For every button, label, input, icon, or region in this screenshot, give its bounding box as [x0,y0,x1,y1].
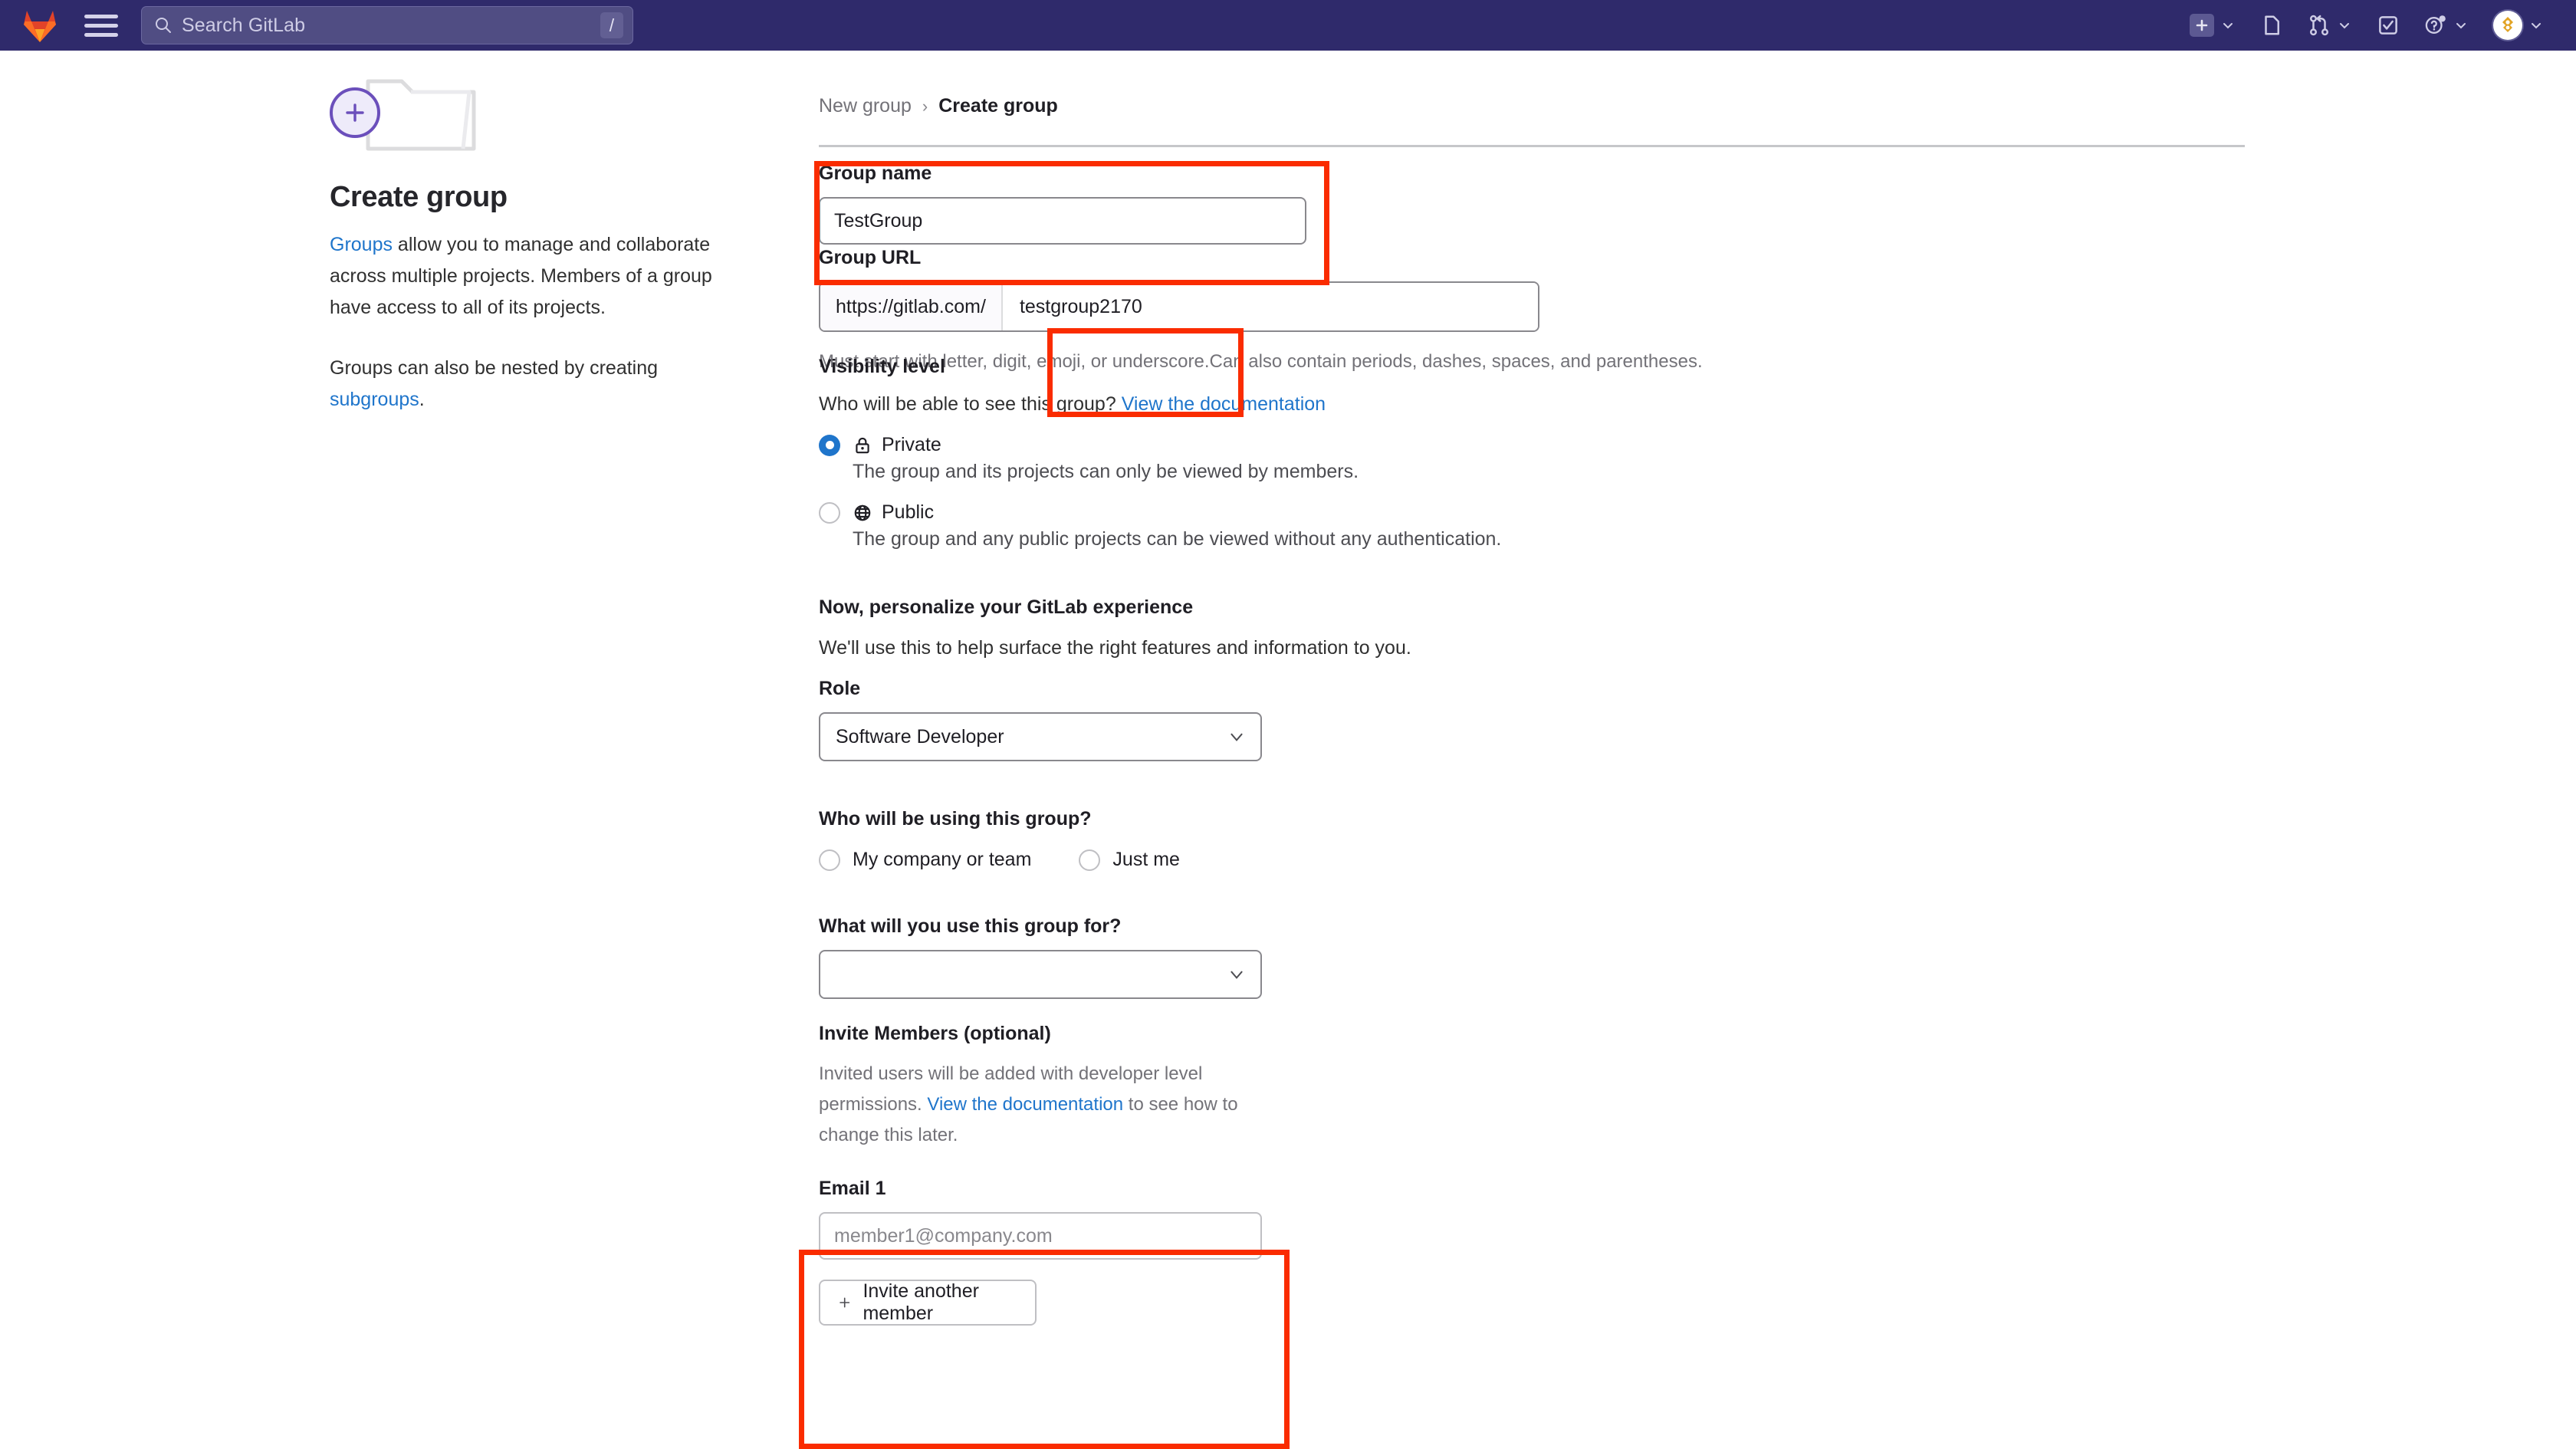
merge-requests-button[interactable] [2295,0,2364,51]
breadcrumb: New group › Create group [819,95,2352,117]
invite-another-member-button[interactable]: Invite another member [819,1280,1037,1326]
group-url-value: testgroup2170 [1019,295,1142,317]
use-for-label: What will you use this group for? [819,915,1122,937]
breadcrumb-parent[interactable]: New group [819,95,912,117]
chevron-down-icon [2340,23,2349,29]
create-group-form: New group › Create group Group name Test… [819,95,2352,1326]
info-paragraph-2-pre: Groups can also be nested by creating [330,357,659,379]
main-menu-toggle-icon[interactable] [84,10,118,41]
email-1-placeholder: member1@company.com [834,1224,1053,1247]
use-for-field-group: What will you use this group for? [819,915,1262,999]
visibility-option-public[interactable]: Public [819,501,1501,524]
info-paragraph-2: Groups can also be nested by creating su… [330,353,728,416]
chevron-down-icon [2532,23,2541,29]
merge-request-icon [2310,15,2328,36]
gitlab-logo-icon[interactable] [21,8,58,43]
issues-button[interactable] [2248,0,2295,51]
chevron-down-icon [1230,733,1243,741]
group-name-value: TestGroup [834,209,923,232]
personalize-title: Now, personalize your GitLab experience [819,596,1194,618]
search-shortcut-badge: / [600,12,623,38]
radio-public[interactable] [819,501,840,524]
info-paragraph-2-post: . [419,389,425,410]
visibility-question: Who will be able to see this group? View… [819,393,1501,416]
personalize-section: Now, personalize your GitLab experience … [819,596,1411,659]
todo-check-icon [2379,16,2397,34]
role-label: Role [819,678,861,699]
group-name-input[interactable]: TestGroup [819,197,1306,245]
invite-another-member-label: Invite another member [863,1280,979,1324]
use-for-select[interactable] [819,950,1262,999]
email-1-input[interactable]: member1@company.com [819,1212,1262,1260]
issues-icon [2265,15,2279,35]
user-menu-button[interactable] [2481,0,2556,51]
chevron-down-icon [2456,23,2466,29]
visibility-public-label-wrap: Public [853,501,934,524]
personalize-subtitle: We'll use this to help surface the right… [819,637,1411,659]
visibility-question-text: Who will be able to see this group? [819,393,1116,415]
invite-members-label: Invite Members (optional) [819,1023,1051,1044]
who-using-company-label: My company or team [853,849,1032,870]
chevron-down-icon [2223,23,2233,29]
plus-icon [840,1297,850,1308]
question-circle-icon [2425,15,2446,34]
breadcrumb-current: Create group [938,95,1058,117]
visibility-public-label: Public [882,501,935,523]
plus-icon [330,87,380,138]
create-new-button[interactable] [2177,0,2248,51]
radio-my-company-or-team[interactable] [819,849,840,871]
invite-members-description: Invited users will be added with develop… [819,1059,1256,1151]
info-paragraph-1: Groups allow you to manage and collabora… [330,229,713,324]
search-input[interactable]: Search GitLab / [141,6,633,44]
role-select[interactable]: Software Developer [819,712,1262,761]
group-name-field-group: Group name TestGroup [819,163,1332,245]
create-group-info-panel: Create group Groups allow you to manage … [330,74,790,416]
visibility-private-label: Private [882,434,941,455]
visibility-public-description: The group and any public projects can be… [853,528,1502,550]
lock-icon [856,437,869,453]
group-url-input-group: https://gitlab.com/ testgroup2170 [819,281,1539,332]
header-divider [819,145,2245,147]
group-url-input[interactable]: testgroup2170 [1002,283,1538,330]
visibility-option-private[interactable]: Private [819,434,1501,456]
chevron-down-icon [1230,971,1243,979]
help-button[interactable] [2412,0,2481,51]
new-group-folder-icon [330,74,483,158]
avatar [2493,11,2522,40]
search-placeholder-text: Search GitLab [182,14,306,36]
group-url-field-group: Group URL https://gitlab.com/ testgroup2… [819,247,1539,332]
visibility-field-group: Visibility level Who will be able to see… [819,356,1501,550]
groups-link[interactable]: Groups [330,234,393,255]
top-navigation-bar: Search GitLab / [0,0,2576,51]
top-bar-actions [2177,0,2556,51]
invite-members-section: Invite Members (optional) Invited users … [819,1023,1256,1151]
who-using-label: Who will be using this group? [819,808,1092,830]
role-value: Software Developer [836,725,1004,748]
visibility-label: Visibility level [819,356,945,377]
email-1-label: Email 1 [819,1178,886,1199]
search-icon [156,18,171,33]
subgroups-link[interactable]: subgroups [330,389,419,410]
who-using-just-me-label: Just me [1112,849,1180,870]
email-field-group: Email 1 member1@company.com Invite anoth… [819,1178,1262,1326]
who-using-option-just-me[interactable]: Just me [1079,849,1180,871]
role-field-group: Role Software Developer [819,678,1262,761]
group-url-prefix: https://gitlab.com/ [820,283,1003,330]
group-name-label: Group name [819,163,932,184]
visibility-private-label-wrap: Private [853,434,941,456]
globe-icon [854,504,871,521]
who-using-field-group: Who will be using this group? My company… [819,808,1180,871]
radio-just-me[interactable] [1079,849,1101,871]
group-url-label: Group URL [819,247,922,268]
todos-button[interactable] [2364,0,2412,51]
breadcrumb-separator-icon: › [922,96,928,116]
visibility-doc-link[interactable]: View the documentation [1122,393,1326,415]
invite-doc-link[interactable]: View the documentation [927,1094,1123,1115]
page-title: Create group [330,181,508,213]
radio-private[interactable] [819,434,840,456]
plus-square-icon [2190,14,2214,37]
who-using-option-company[interactable]: My company or team [819,849,1031,871]
visibility-private-description: The group and its projects can only be v… [853,461,1359,482]
